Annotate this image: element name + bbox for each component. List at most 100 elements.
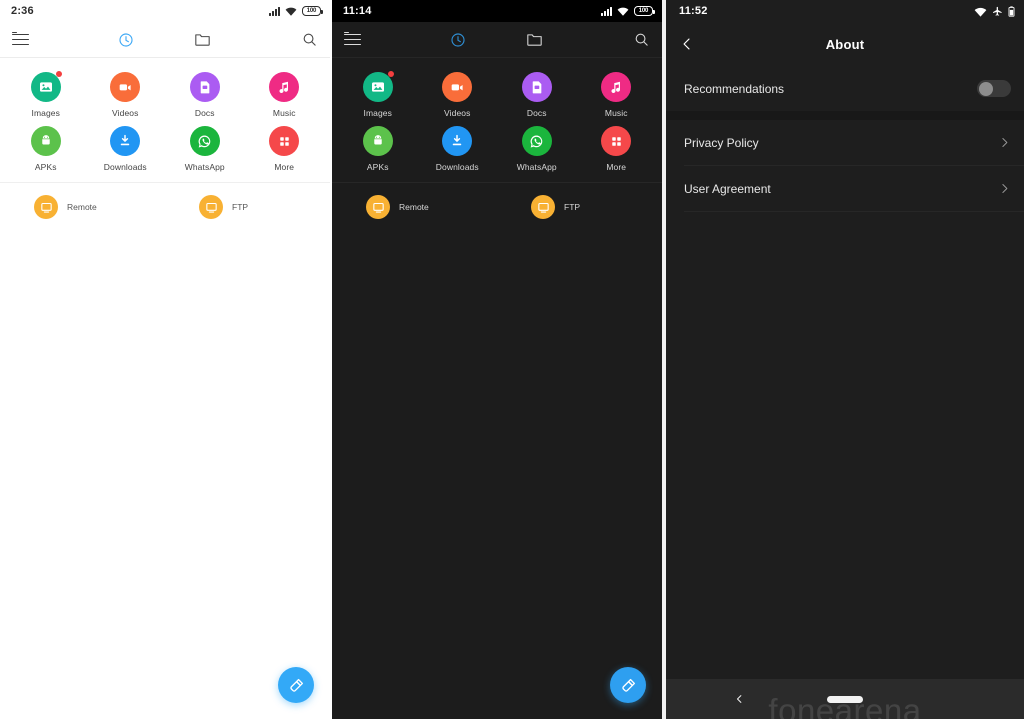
toggle-knob [978, 81, 993, 96]
image-icon [30, 71, 62, 102]
category-label: Downloads [435, 162, 479, 172]
category-item-videos[interactable]: Videos [418, 70, 498, 118]
service-item-remote[interactable]: Remote [0, 195, 165, 219]
category-item-images[interactable]: Images [338, 70, 418, 118]
toolbar-menu-button[interactable] [332, 22, 420, 57]
category-item-music[interactable]: Music [245, 70, 325, 118]
cleaner-brush-icon [621, 678, 635, 692]
battery-icon [1008, 5, 1015, 17]
status-bar: 2:36 100 [0, 0, 330, 22]
toolbar-search-button[interactable] [573, 22, 662, 57]
battery-level: 100 [306, 8, 317, 14]
category-label: APKs [366, 162, 389, 172]
category-item-whatsapp[interactable]: WhatsApp [165, 124, 245, 172]
cleaner-brush-icon [289, 678, 303, 692]
page-title: About [825, 36, 865, 52]
wifi-icon [974, 7, 987, 17]
chevron-right-icon [998, 136, 1011, 149]
file-manager-body: Images Videos Docs Music APKs Downloads … [0, 58, 330, 719]
category-item-more[interactable]: More [245, 124, 325, 172]
nav-back-icon [736, 695, 742, 703]
category-item-music[interactable]: Music [577, 70, 657, 118]
back-button[interactable] [679, 36, 695, 52]
setting-row-recommendations[interactable]: Recommendations [666, 66, 1024, 111]
service-item-remote[interactable]: Remote [332, 195, 497, 219]
category-grid: Images Videos Docs Music APKs Downloads … [0, 58, 330, 178]
category-item-videos[interactable]: Videos [86, 70, 166, 118]
download-icon [110, 126, 141, 156]
signal-bars-icon [601, 6, 612, 16]
panel-file-manager-dark: 11:14 100 Images Videos Docs Music APKs … [332, 0, 662, 719]
signal-bars-icon [269, 6, 280, 16]
panel-file-manager-light: 2:36 100 Images Videos Docs Music APKs D… [0, 0, 330, 719]
service-item-ftp[interactable]: FTP [165, 195, 330, 219]
ftp-screen-icon [199, 195, 223, 219]
category-item-apks[interactable]: APKs [338, 124, 418, 172]
wifi-icon [285, 7, 297, 16]
file-manager-toolbar [332, 22, 662, 58]
category-label: More [606, 162, 627, 172]
notification-dot-badge [387, 71, 394, 77]
notification-dot-badge [55, 71, 62, 77]
toolbar-recent-tab[interactable] [88, 22, 164, 57]
category-grid: Images Videos Docs Music APKs Downloads … [332, 58, 662, 178]
document-icon [521, 72, 552, 102]
toolbar-menu-button[interactable] [0, 22, 88, 57]
services-row: Remote FTP [0, 182, 330, 219]
toolbar-search-button[interactable] [241, 22, 330, 57]
category-item-whatsapp[interactable]: WhatsApp [497, 124, 577, 172]
music-note-icon [601, 72, 632, 102]
status-clock: 2:36 [11, 5, 34, 17]
nav-back-button[interactable] [734, 694, 745, 705]
status-icons: 100 [269, 6, 323, 16]
recommendations-toggle[interactable] [977, 80, 1011, 97]
status-clock: 11:52 [679, 5, 708, 17]
status-icons: 100 [601, 6, 655, 16]
toolbar-recent-tab[interactable] [420, 22, 496, 57]
battery-level: 100 [638, 8, 649, 14]
cleaner-fab-button[interactable] [278, 667, 314, 703]
category-label: APKs [34, 162, 57, 172]
whatsapp-icon [189, 126, 220, 156]
android-navigation-bar [666, 679, 1024, 719]
cleaner-fab-button[interactable] [610, 667, 646, 703]
category-item-images[interactable]: Images [6, 70, 86, 118]
service-item-ftp[interactable]: FTP [497, 195, 662, 219]
ftp-screen-icon [531, 195, 555, 219]
file-manager-body: Images Videos Docs Music APKs Downloads … [332, 58, 662, 719]
clock-icon [119, 32, 133, 47]
battery-icon: 100 [634, 6, 655, 16]
category-label: WhatsApp [184, 162, 225, 172]
category-item-downloads[interactable]: Downloads [418, 124, 498, 172]
wifi-icon [617, 7, 629, 16]
status-bar: 11:14 100 [332, 0, 662, 22]
category-label: Images [363, 108, 392, 118]
setting-row-privacy-policy[interactable]: Privacy Policy [666, 120, 1024, 165]
toolbar-folders-tab[interactable] [165, 22, 241, 57]
service-label: FTP [564, 202, 581, 212]
hamburger-menu-icon [344, 31, 361, 46]
service-label: FTP [232, 202, 249, 212]
hamburger-menu-icon [12, 31, 29, 46]
home-pill-indicator[interactable] [827, 695, 863, 703]
service-label: Remote [67, 202, 97, 212]
category-item-downloads[interactable]: Downloads [86, 124, 166, 172]
setting-label: Recommendations [684, 81, 785, 96]
folder-icon [527, 34, 542, 46]
remote-screen-icon [34, 195, 58, 219]
category-item-docs[interactable]: Docs [497, 70, 577, 118]
category-item-more[interactable]: More [577, 124, 657, 172]
back-chevron-icon [683, 38, 690, 50]
android-icon [362, 126, 393, 156]
android-icon [30, 126, 61, 156]
category-label: Docs [194, 108, 215, 118]
category-item-apks[interactable]: APKs [6, 124, 86, 172]
category-label: Music [272, 108, 296, 118]
whatsapp-icon [521, 126, 552, 156]
file-manager-toolbar [0, 22, 330, 58]
video-icon [442, 72, 473, 102]
toolbar-folders-tab[interactable] [497, 22, 573, 57]
category-item-docs[interactable]: Docs [165, 70, 245, 118]
music-note-icon [269, 72, 300, 102]
setting-row-user-agreement[interactable]: User Agreement [666, 166, 1024, 211]
